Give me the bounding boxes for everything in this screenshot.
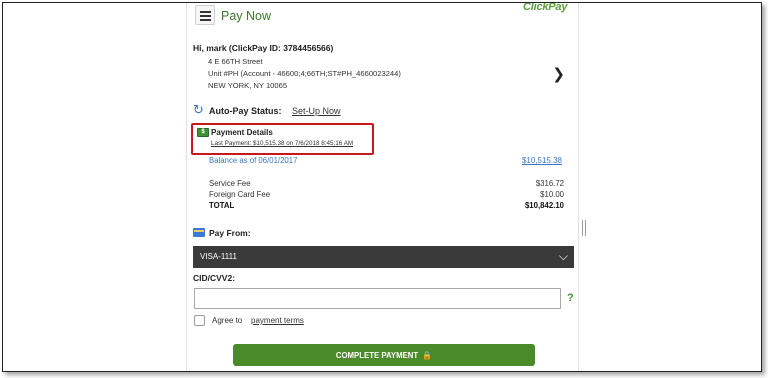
address-line-2: Unit #PH (Account - 46600;4;66TH;ST#PH_4… [208,69,401,78]
greeting-text: Hi, mark (ClickPay ID: 3784456566) [193,43,334,53]
fee-row-service: Service Fee $316.72 [209,179,564,190]
credit-card-icon [193,228,205,237]
fee-value: $10.00 [540,190,564,199]
fee-label: Foreign Card Fee [209,190,271,199]
money-icon: $ [197,128,209,137]
autopay-setup-link[interactable]: Set-Up Now [292,106,341,116]
total-value: $10,842.10 [524,201,564,210]
payment-method-value: VISA-1111 [200,252,237,261]
fee-label: Service Fee [209,179,251,188]
chevron-right-icon: ❯ [552,65,565,83]
agree-checkbox[interactable] [194,315,205,326]
payment-method-select[interactable]: VISA-1111 ⌵ [193,246,574,268]
payment-details-title: Payment Details [211,128,273,137]
complete-payment-button[interactable]: COMPLETE PAYMENT 🔒 [233,344,535,366]
cvv-input[interactable] [194,288,561,309]
address-selector[interactable]: 4 E 66TH Street Unit #PH (Account - 4660… [193,57,571,93]
total-label: TOTAL [209,201,235,210]
fee-row-foreign-card: Foreign Card Fee $10.00 [209,190,564,201]
pay-from-label: Pay From: [209,228,251,238]
page-title: Pay Now [221,9,272,23]
autopay-label: Auto-Pay Status: [209,106,282,116]
fee-value: $316.72 [535,179,564,188]
hamburger-icon-bar [200,15,211,17]
balance-label: Balance as of 06/01/2017 [209,156,298,165]
balance-amount-link[interactable]: $10,515.38 [522,156,562,165]
agree-text: Agree to [212,316,243,325]
chevron-down-icon: ⌵ [558,249,568,263]
payment-panel: Pay Now ClickPay Hi, mark (ClickPay ID: … [186,2,579,371]
lock-icon: 🔒 [422,350,433,360]
clickpay-logo: ClickPay [523,2,568,13]
address-line-1: 4 E 66TH Street [208,57,263,66]
payment-terms-link[interactable]: payment terms [251,316,304,325]
screenshot-frame: Pay Now ClickPay Hi, mark (ClickPay ID: … [2,2,762,372]
menu-button[interactable] [195,5,215,25]
sync-icon: ↻ [193,103,204,118]
cvv-label: CID/CVV2: [193,273,236,283]
address-line-3: NEW YORK, NY 10065 [208,81,288,90]
hamburger-icon-bar [200,19,211,21]
hamburger-icon [200,11,211,13]
last-payment-link[interactable]: Last Payment: $10,515.38 on 7/6/2018 8:4… [211,140,353,147]
payment-details-highlight: $ Payment Details Last Payment: $10,515.… [191,123,374,155]
complete-payment-label: COMPLETE PAYMENT [335,350,419,360]
fee-row-total: TOTAL $10,842.10 [209,201,564,212]
help-icon[interactable]: ? [567,292,574,304]
resize-handle[interactable] [582,220,586,236]
